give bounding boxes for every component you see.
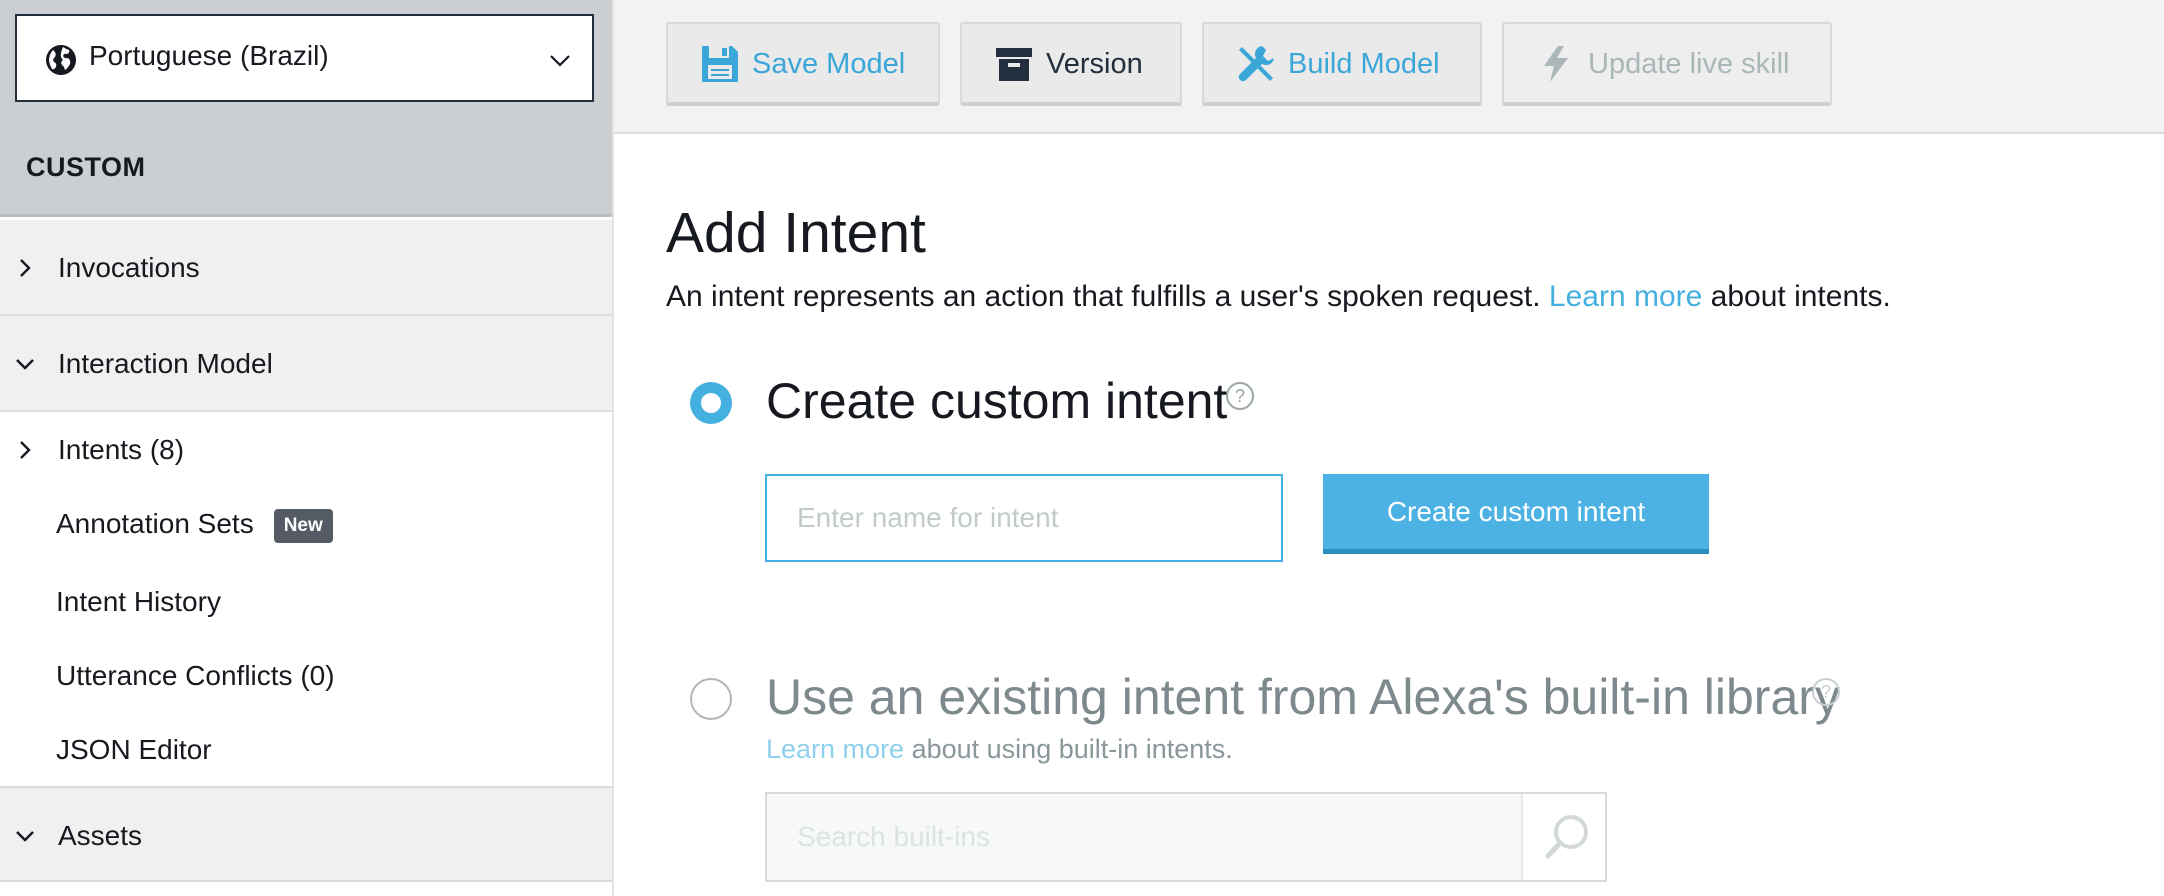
search-button[interactable]: [1521, 794, 1605, 880]
page-description: An intent represents an action that fulf…: [666, 280, 1891, 314]
sidebar-item-label: Interaction Model: [58, 348, 273, 379]
build-model-button[interactable]: Build Model: [1202, 22, 1482, 106]
custom-intent-radio[interactable]: [690, 382, 732, 424]
sidebar: Portuguese (Brazil) CUSTOM Invocations I…: [0, 0, 614, 896]
chevron-down-icon: [16, 359, 34, 370]
archive-icon: [996, 48, 1032, 81]
sidebar-item-label: Annotation Sets: [56, 508, 254, 539]
builtin-description-text: about using built-in intents.: [911, 734, 1233, 764]
sidebar-item-label: Utterance Conflicts (0): [56, 660, 335, 691]
chevron-down-icon: [550, 55, 570, 67]
save-model-label: Save Model: [752, 48, 906, 80]
sidebar-item-intent-history[interactable]: Intent History: [0, 566, 612, 638]
sidebar-item-json-editor[interactable]: JSON Editor: [0, 714, 612, 786]
custom-intent-option-title: Create custom intent: [766, 373, 1228, 429]
lightning-icon: [1544, 46, 1568, 82]
intent-name-input[interactable]: [765, 474, 1283, 562]
builtin-search-box: [765, 792, 1607, 882]
toolbar: Save Model Version Build Model Update li…: [614, 0, 2164, 134]
save-icon: [702, 46, 738, 82]
sidebar-item-utterance-conflicts[interactable]: Utterance Conflicts (0): [0, 640, 612, 712]
sidebar-item-annotation-sets[interactable]: Annotation Sets New: [0, 490, 612, 562]
create-custom-intent-button[interactable]: Create custom intent: [1323, 474, 1709, 554]
chevron-down-icon: [16, 831, 34, 842]
tools-icon: [1238, 46, 1274, 82]
help-icon[interactable]: ?: [1226, 382, 1254, 410]
section-label-custom: CUSTOM: [26, 152, 146, 182]
learn-more-link[interactable]: Learn more: [1549, 280, 1702, 313]
language-select[interactable]: Portuguese (Brazil): [15, 14, 594, 102]
chevron-right-icon: [20, 441, 31, 459]
sidebar-item-intents[interactable]: Intents (8): [0, 414, 612, 486]
description-text-after: about intents.: [1710, 280, 1891, 313]
sidebar-item-label: Intent History: [56, 586, 221, 617]
version-button[interactable]: Version: [960, 22, 1182, 106]
description-text: An intent represents an action that fulf…: [666, 280, 1541, 313]
page-title: Add Intent: [666, 201, 926, 265]
chevron-right-icon: [20, 259, 31, 277]
sidebar-item-annotation-sets-row: Annotation Sets New: [56, 508, 333, 543]
sidebar-item-interaction-model[interactable]: Interaction Model: [0, 316, 612, 412]
update-live-skill-label: Update live skill: [1588, 48, 1790, 80]
search-icon: [1545, 815, 1588, 859]
sidebar-item-assets[interactable]: Assets: [0, 786, 612, 882]
sidebar-item-label: Intents (8): [58, 434, 185, 465]
builtin-intent-option-title: Use an existing intent from Alexa's buil…: [766, 669, 1840, 725]
sidebar-header: Portuguese (Brazil) CUSTOM: [0, 0, 612, 217]
sidebar-item-label: Invocations: [58, 252, 200, 283]
sidebar-item-label: Assets: [58, 820, 143, 851]
save-model-button[interactable]: Save Model: [666, 22, 940, 106]
new-badge: New: [273, 508, 333, 543]
search-builtins-input[interactable]: [767, 794, 1522, 880]
help-icon[interactable]: ?: [1812, 678, 1840, 706]
sidebar-item-invocations[interactable]: Invocations: [0, 220, 612, 316]
builtin-intent-radio[interactable]: [690, 678, 732, 720]
builtin-description: Learn more about using built-in intents.: [766, 734, 1233, 765]
sidebar-item-label: JSON Editor: [56, 734, 212, 765]
version-label: Version: [1046, 48, 1143, 80]
globe-icon: [46, 45, 76, 75]
language-label: Portuguese (Brazil): [89, 40, 329, 71]
build-model-label: Build Model: [1288, 48, 1440, 80]
update-live-skill-button[interactable]: Update live skill: [1502, 22, 1832, 106]
builtin-learn-more-link[interactable]: Learn more: [766, 734, 904, 764]
